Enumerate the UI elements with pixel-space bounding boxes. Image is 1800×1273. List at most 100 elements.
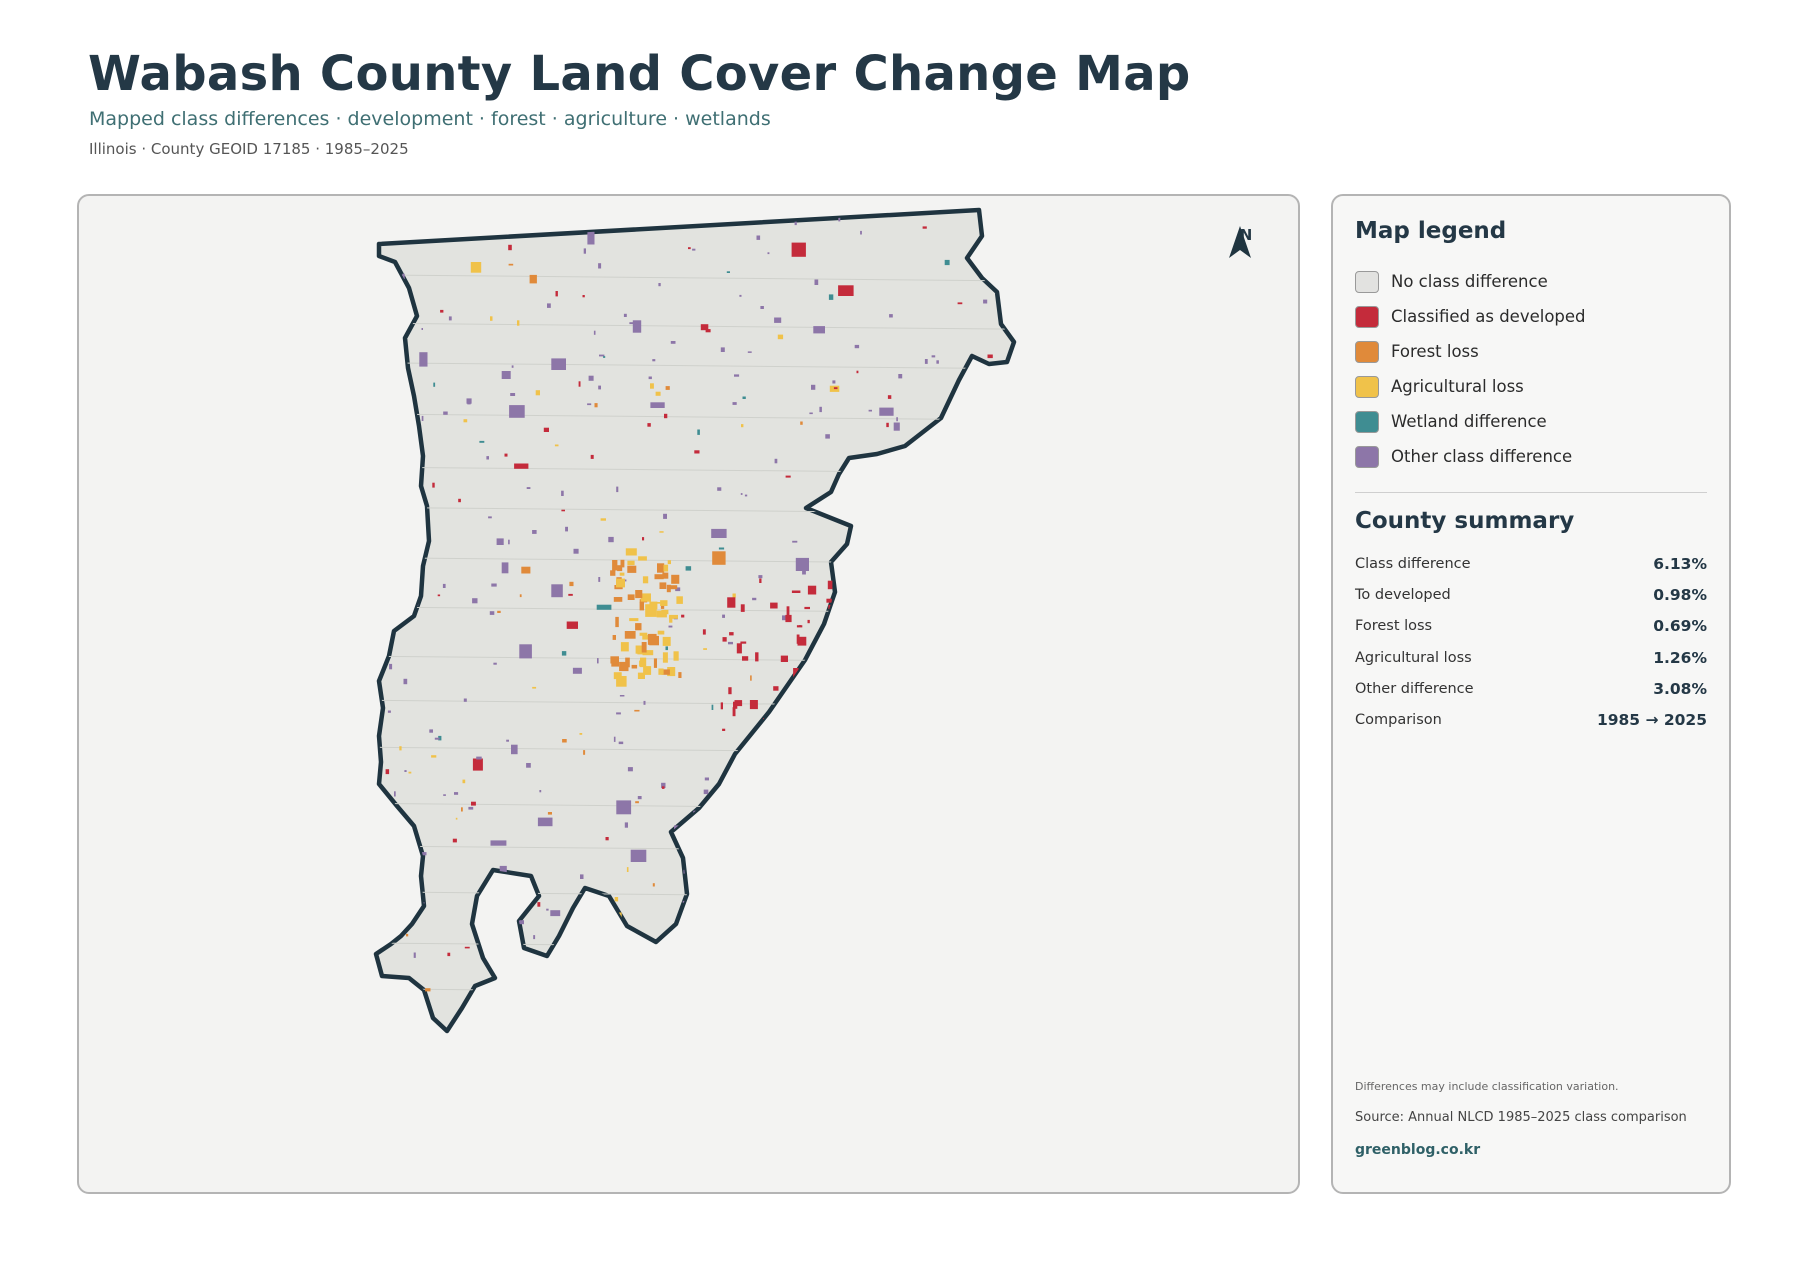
change-patch — [496, 538, 504, 545]
change-patch — [979, 423, 982, 428]
change-patch — [850, 603, 859, 614]
change-patch — [413, 952, 416, 958]
change-patch — [610, 656, 619, 664]
change-patch — [629, 618, 639, 622]
change-patch — [755, 875, 758, 881]
change-patch — [461, 217, 464, 220]
change-patch — [452, 838, 457, 843]
change-patch — [572, 667, 582, 674]
change-patch — [532, 686, 537, 689]
change-patch — [887, 395, 892, 399]
change-patch — [732, 707, 736, 717]
change-patch — [491, 981, 494, 987]
change-patch — [987, 266, 993, 272]
change-patch — [924, 359, 928, 364]
change-patch — [384, 348, 389, 351]
change-patch — [501, 562, 509, 574]
change-patch — [554, 444, 559, 447]
change-patch — [517, 320, 520, 326]
change-patch — [700, 324, 709, 331]
change-patch — [890, 562, 892, 564]
change-patch — [702, 924, 708, 929]
change-patch — [816, 690, 820, 700]
change-patch — [432, 482, 435, 488]
change-patch — [916, 597, 920, 602]
change-patch — [868, 827, 874, 831]
change-patch — [514, 463, 529, 469]
change-patch — [879, 407, 894, 416]
legend-item-forest-loss: Forest loss — [1355, 334, 1586, 369]
change-patch — [607, 985, 613, 991]
change-patch — [986, 906, 990, 912]
map-panel[interactable]: N — [77, 194, 1300, 1194]
change-patch — [508, 539, 510, 545]
change-patch — [658, 668, 664, 675]
change-patch — [637, 672, 645, 679]
change-patch — [933, 955, 936, 960]
change-patch — [600, 518, 606, 521]
change-patch — [826, 718, 830, 727]
change-patch — [624, 822, 628, 828]
change-patch — [631, 664, 638, 669]
change-patch — [749, 700, 758, 710]
change-patch — [711, 704, 714, 710]
change-patch — [915, 731, 919, 737]
change-patch — [533, 935, 536, 940]
change-patch — [797, 740, 803, 743]
summary-row-other-difference: Other difference 3.08% — [1355, 673, 1707, 704]
change-patch — [882, 631, 885, 634]
site-link[interactable]: greenblog.co.kr — [1355, 1142, 1480, 1158]
change-patch — [685, 968, 691, 972]
change-patch — [662, 652, 668, 663]
change-patch — [856, 370, 859, 374]
change-patch — [785, 691, 790, 695]
change-patch — [665, 646, 668, 651]
change-patch — [510, 393, 516, 396]
county-map[interactable] — [79, 196, 1300, 1194]
change-patch — [720, 347, 725, 352]
change-patch — [717, 487, 722, 491]
change-patch — [526, 763, 531, 768]
change-patch — [927, 786, 931, 790]
change-patch — [608, 536, 614, 543]
change-patch — [635, 623, 642, 631]
change-patch — [958, 550, 962, 555]
change-patch — [662, 572, 669, 579]
change-patch — [944, 535, 947, 540]
summary-row-comparison: Comparison 1985 → 2025 — [1355, 704, 1707, 735]
change-patch — [620, 642, 629, 652]
change-patch — [649, 601, 658, 610]
change-patch — [807, 619, 810, 624]
change-patch — [537, 817, 553, 827]
change-patch — [801, 698, 809, 706]
change-patch — [962, 517, 967, 523]
change-patch — [637, 796, 642, 800]
change-patch — [468, 806, 474, 810]
change-patch — [897, 1013, 900, 1019]
change-patch — [585, 932, 588, 935]
change-patch — [810, 871, 817, 877]
change-patch — [770, 602, 778, 609]
change-patch — [398, 291, 408, 297]
change-patch — [828, 294, 834, 300]
change-patch — [410, 452, 415, 456]
change-patch — [911, 871, 916, 876]
change-patch — [461, 807, 463, 812]
change-patch — [657, 630, 665, 635]
change-patch — [666, 584, 671, 593]
change-patch — [759, 911, 768, 924]
change-patch — [986, 627, 991, 633]
change-patch — [489, 611, 495, 615]
change-patch — [462, 779, 466, 784]
change-patch — [620, 559, 625, 568]
legend-swatch — [1355, 410, 1379, 433]
change-patch — [632, 320, 642, 333]
change-patch — [663, 564, 669, 572]
change-patch — [732, 402, 737, 405]
change-patch — [694, 450, 700, 454]
change-patch — [865, 725, 870, 729]
change-patch — [681, 614, 685, 618]
change-patch — [691, 922, 697, 925]
change-patch — [619, 572, 625, 576]
change-patch — [838, 285, 854, 296]
